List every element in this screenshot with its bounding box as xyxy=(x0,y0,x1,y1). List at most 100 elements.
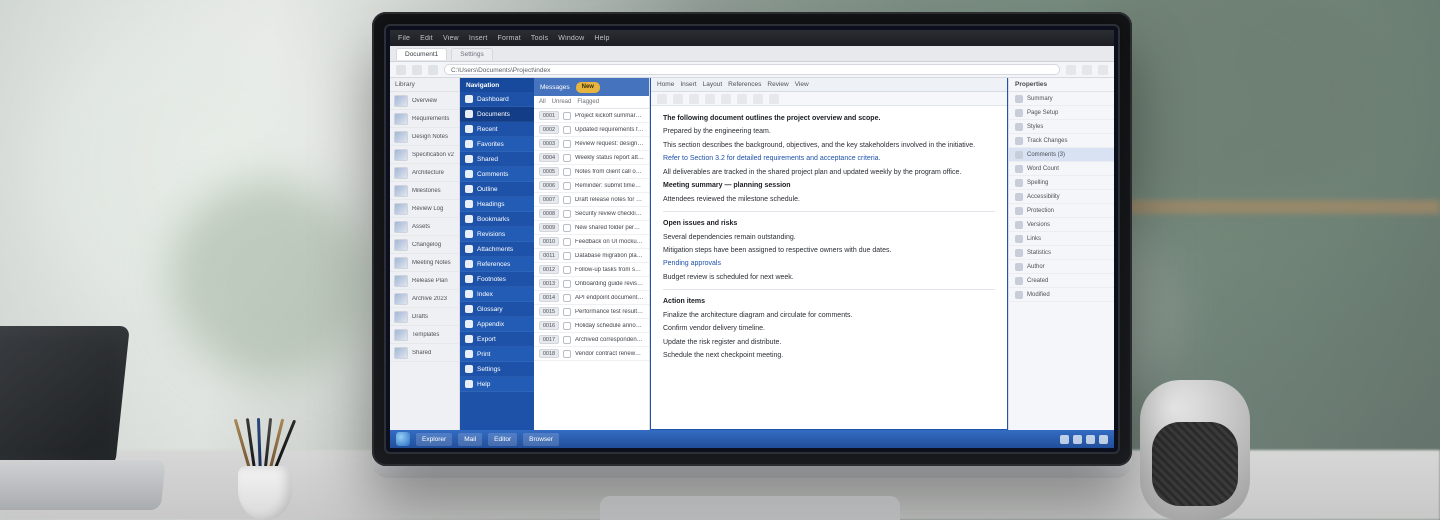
property-item[interactable]: Versions xyxy=(1009,218,1114,232)
row-checkbox[interactable] xyxy=(563,308,571,316)
library-item[interactable]: Archive 2023 xyxy=(390,290,459,308)
list-row[interactable]: 0015Performance test results summary xyxy=(534,305,649,319)
bold-icon[interactable] xyxy=(657,94,667,104)
row-checkbox[interactable] xyxy=(563,196,571,204)
list-row[interactable]: 0001Project kickoff summary and action i… xyxy=(534,109,649,123)
property-item[interactable]: Protection xyxy=(1009,204,1114,218)
underline-icon[interactable] xyxy=(689,94,699,104)
list-row[interactable]: 0011Database migration plan outline xyxy=(534,249,649,263)
list-row[interactable]: 0013Onboarding guide revisions xyxy=(534,277,649,291)
search-icon[interactable] xyxy=(1066,65,1076,75)
row-checkbox[interactable] xyxy=(563,140,571,148)
filter-option[interactable]: Flagged xyxy=(577,99,599,105)
library-item[interactable]: Design Notes xyxy=(390,128,459,146)
clock-icon[interactable] xyxy=(1099,435,1108,444)
image-icon[interactable] xyxy=(753,94,763,104)
library-item[interactable]: Requirements xyxy=(390,110,459,128)
list-row[interactable]: 0014API endpoint documentation xyxy=(534,291,649,305)
row-checkbox[interactable] xyxy=(563,294,571,302)
property-item[interactable]: Accessibility xyxy=(1009,190,1114,204)
list-row[interactable]: 0016Holiday schedule announcement xyxy=(534,319,649,333)
ribbon-tab[interactable]: Layout xyxy=(703,81,723,88)
menu-item[interactable]: Edit xyxy=(420,35,433,42)
property-item[interactable]: Track Changes xyxy=(1009,134,1114,148)
ribbon-tab[interactable]: View xyxy=(795,81,809,88)
property-item[interactable]: Spelling xyxy=(1009,176,1114,190)
menu-item[interactable]: Window xyxy=(558,35,584,42)
nav-item[interactable]: Print xyxy=(460,347,534,362)
library-item[interactable]: Architecture xyxy=(390,164,459,182)
row-checkbox[interactable] xyxy=(563,154,571,162)
ribbon-tab[interactable]: Review xyxy=(767,81,788,88)
filter-option[interactable]: All xyxy=(539,99,546,105)
document-body[interactable]: The following document outlines the proj… xyxy=(651,106,1007,429)
user-icon[interactable] xyxy=(1098,65,1108,75)
property-item[interactable]: Page Setup xyxy=(1009,106,1114,120)
link-icon[interactable] xyxy=(737,94,747,104)
row-checkbox[interactable] xyxy=(563,266,571,274)
taskbar-button[interactable]: Explorer xyxy=(416,433,452,446)
nav-item[interactable]: Help xyxy=(460,377,534,392)
nav-item[interactable]: Footnotes xyxy=(460,272,534,287)
start-button[interactable] xyxy=(396,432,410,446)
row-checkbox[interactable] xyxy=(563,224,571,232)
row-checkbox[interactable] xyxy=(563,126,571,134)
property-item[interactable]: Summary xyxy=(1009,92,1114,106)
taskbar[interactable]: Explorer Mail Editor Browser xyxy=(390,430,1114,448)
library-item[interactable]: Changelog xyxy=(390,236,459,254)
volume-icon[interactable] xyxy=(1073,435,1082,444)
nav-item[interactable]: Glossary xyxy=(460,302,534,317)
row-checkbox[interactable] xyxy=(563,336,571,344)
menubar[interactable]: File Edit View Insert Format Tools Windo… xyxy=(390,30,1114,46)
menu-item[interactable]: Format xyxy=(498,35,521,42)
nav-item[interactable]: Revisions xyxy=(460,227,534,242)
row-checkbox[interactable] xyxy=(563,182,571,190)
nav-item[interactable]: Favorites xyxy=(460,137,534,152)
wifi-icon[interactable] xyxy=(1060,435,1069,444)
new-badge[interactable]: New xyxy=(576,82,600,93)
row-checkbox[interactable] xyxy=(563,112,571,120)
taskbar-button[interactable]: Mail xyxy=(458,433,482,446)
filter-option[interactable]: Unread xyxy=(552,99,572,105)
nav-item[interactable]: Dashboard xyxy=(460,92,534,107)
list-filter[interactable]: All Unread Flagged xyxy=(534,96,649,109)
row-checkbox[interactable] xyxy=(563,280,571,288)
row-checkbox[interactable] xyxy=(563,322,571,330)
table-icon[interactable] xyxy=(769,94,779,104)
nav-item[interactable]: Headings xyxy=(460,197,534,212)
refresh-button[interactable] xyxy=(428,65,438,75)
library-item[interactable]: Assets xyxy=(390,218,459,236)
list-row[interactable]: 0009New shared folder permissions xyxy=(534,221,649,235)
taskbar-button[interactable]: Editor xyxy=(488,433,517,446)
tab-active[interactable]: Document1 xyxy=(396,48,447,60)
ribbon-tab[interactable]: Insert xyxy=(680,81,696,88)
nav-item[interactable]: Bookmarks xyxy=(460,212,534,227)
row-checkbox[interactable] xyxy=(563,350,571,358)
list-row[interactable]: 0010Feedback on UI mockups round 3 xyxy=(534,235,649,249)
nav-item[interactable]: Settings xyxy=(460,362,534,377)
nav-item[interactable]: References xyxy=(460,257,534,272)
nav-item[interactable]: Export xyxy=(460,332,534,347)
list-row[interactable]: 0005Notes from client call on integratio… xyxy=(534,165,649,179)
forward-button[interactable] xyxy=(412,65,422,75)
property-item[interactable]: Word Count xyxy=(1009,162,1114,176)
row-checkbox[interactable] xyxy=(563,252,571,260)
property-item[interactable]: Links xyxy=(1009,232,1114,246)
address-field[interactable]: C:\Users\Documents\Project\index xyxy=(444,64,1060,75)
nav-item[interactable]: Documents xyxy=(460,107,534,122)
library-item[interactable]: Drafts xyxy=(390,308,459,326)
battery-icon[interactable] xyxy=(1086,435,1095,444)
list-row[interactable]: 0008Security review checklist updated xyxy=(534,207,649,221)
library-item[interactable]: Specification v2 xyxy=(390,146,459,164)
menu-item[interactable]: View xyxy=(443,35,459,42)
menu-item[interactable]: Help xyxy=(594,35,609,42)
align-icon[interactable] xyxy=(721,94,731,104)
property-item[interactable]: Styles xyxy=(1009,120,1114,134)
nav-item[interactable]: Appendix xyxy=(460,317,534,332)
property-item[interactable]: Author xyxy=(1009,260,1114,274)
library-item[interactable]: Review Log xyxy=(390,200,459,218)
library-item[interactable]: Meeting Notes xyxy=(390,254,459,272)
list-row[interactable]: 0017Archived correspondence 2023 xyxy=(534,333,649,347)
row-checkbox[interactable] xyxy=(563,168,571,176)
doc-link[interactable]: Refer to Section 3.2 for detailed requir… xyxy=(663,154,995,163)
